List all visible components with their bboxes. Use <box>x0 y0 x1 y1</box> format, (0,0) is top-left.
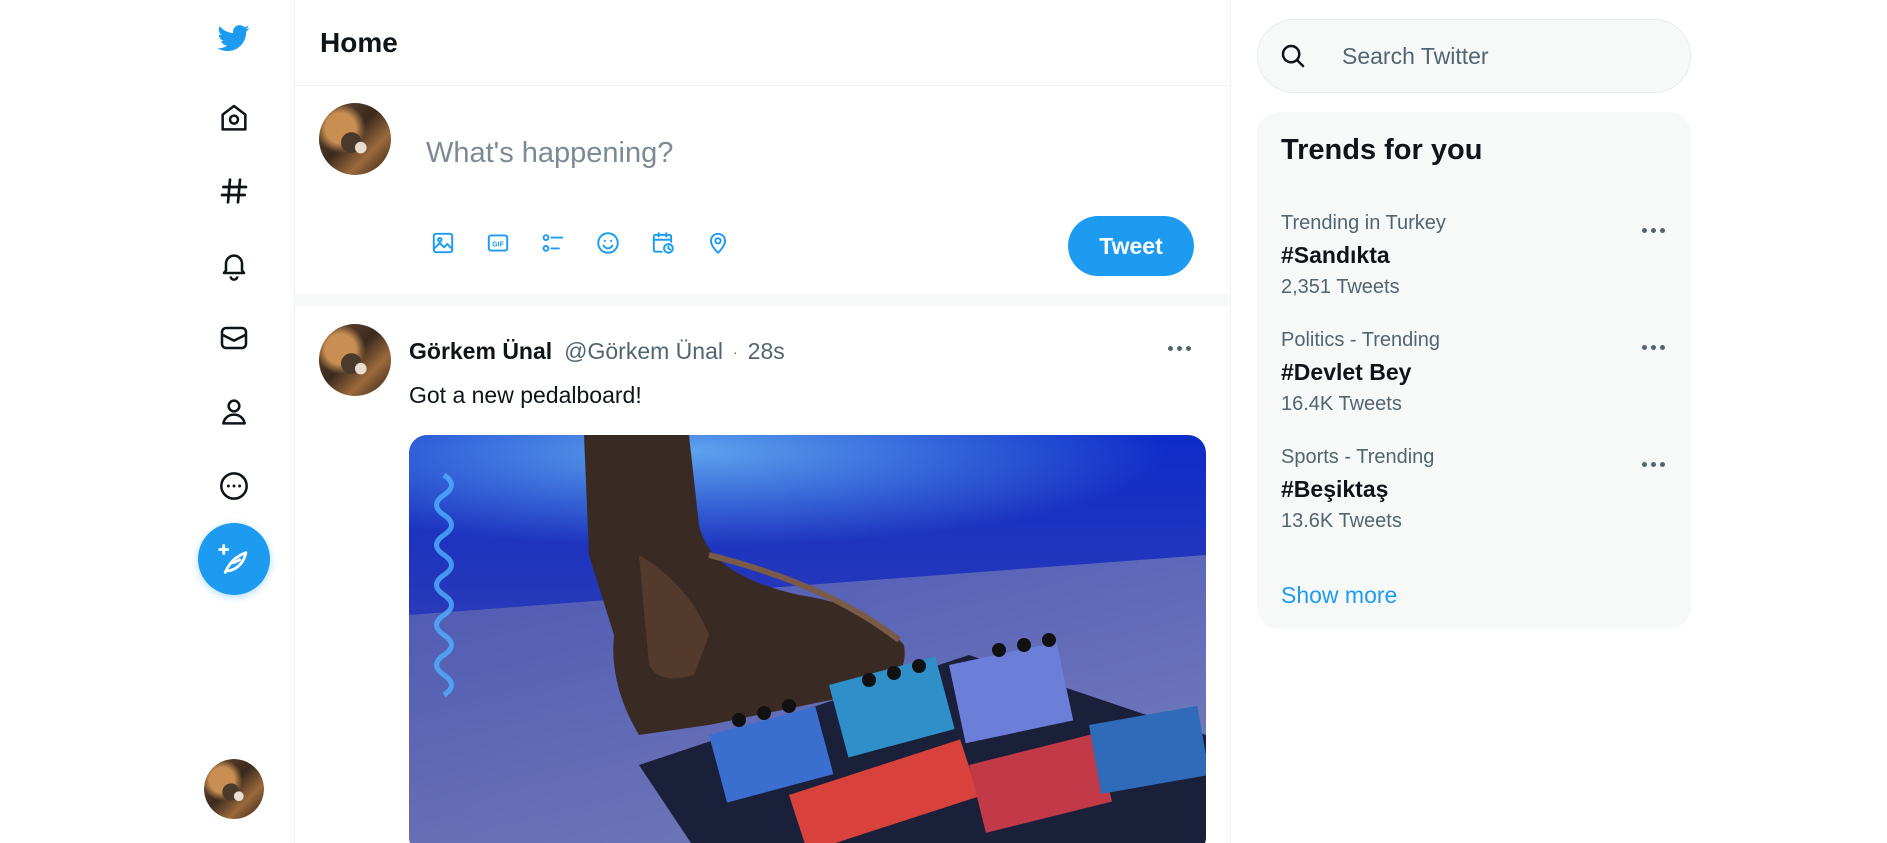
tweet-header: Görkem Ünal @Görkem Ünal · 28s <box>409 338 785 365</box>
location-icon <box>709 232 727 254</box>
add-poll-button[interactable] <box>536 226 570 260</box>
sidebar-item-explore[interactable] <box>204 161 264 221</box>
add-emoji-button[interactable] <box>591 226 625 260</box>
sidebar-item-notifications[interactable] <box>204 235 264 295</box>
trends-title: Trends for you <box>1281 134 1483 166</box>
search-icon <box>1281 44 1305 68</box>
trend-more-button[interactable] <box>1633 329 1673 365</box>
tweet-button[interactable]: Tweet <box>1068 216 1194 276</box>
avatar <box>319 103 391 175</box>
trend-count: 2,351 Tweets <box>1281 276 1400 298</box>
avatar <box>204 759 264 819</box>
mail-icon <box>220 326 248 350</box>
compose-tweet-button[interactable] <box>198 523 270 595</box>
tweet-author-handle[interactable]: @Görkem Ünal <box>564 338 723 365</box>
compose-input[interactable] <box>426 133 1126 173</box>
right-sidebar: Trends for you Trending in Turkey #Sandı… <box>1231 0 1887 843</box>
trend-count: 16.4K Tweets <box>1281 393 1402 415</box>
trend-item[interactable]: Politics - Trending #Devlet Bey 16.4K Tw… <box>1257 329 1691 439</box>
tweet-more-button[interactable] <box>1157 326 1201 370</box>
tweet-author-name[interactable]: Görkem Ünal <box>409 338 552 365</box>
trend-item[interactable]: Trending in Turkey #Sandıkta 2,351 Tweet… <box>1257 212 1691 322</box>
trends-panel: Trends for you Trending in Turkey #Sandı… <box>1257 112 1691 629</box>
composer-avatar[interactable] <box>319 103 391 175</box>
trend-more-button[interactable] <box>1633 212 1673 248</box>
trend-name: #Beşiktaş <box>1281 476 1389 502</box>
avatar <box>319 324 391 396</box>
add-gif-button[interactable]: GIF <box>481 226 515 260</box>
schedule-icon <box>652 232 674 254</box>
emoji-icon <box>597 232 619 254</box>
tweet-timestamp[interactable]: 28s <box>748 338 785 365</box>
account-avatar[interactable] <box>204 759 264 819</box>
bell-icon <box>222 254 246 281</box>
add-location-button[interactable] <box>701 226 735 260</box>
more-horizontal-icon <box>1167 345 1191 351</box>
page-title: Home <box>320 26 398 58</box>
twitter-bird-icon <box>218 25 250 52</box>
sidebar-item-more[interactable] <box>204 456 264 516</box>
add-image-button[interactable] <box>426 226 460 260</box>
separator-dot: · <box>733 343 738 360</box>
trend-name: #Devlet Bey <box>1281 359 1412 385</box>
sidebar <box>0 0 295 843</box>
trend-item[interactable]: Sports - Trending #Beşiktaş 13.6K Tweets <box>1257 446 1691 556</box>
trend-name: #Sandıkta <box>1281 242 1390 268</box>
user-icon <box>222 399 246 425</box>
trend-more-button[interactable] <box>1633 446 1673 482</box>
twitter-logo[interactable] <box>204 8 264 68</box>
more-horizontal-icon <box>1641 344 1665 350</box>
page: Home GIF <box>0 0 1887 843</box>
search-box[interactable] <box>1257 19 1691 93</box>
tweet-text: Got a new pedalboard! <box>409 382 642 408</box>
sidebar-item-home[interactable] <box>204 88 264 148</box>
pedalboard-photo <box>409 435 1206 843</box>
image-icon <box>432 232 454 254</box>
schedule-button[interactable] <box>646 226 680 260</box>
sidebar-item-profile[interactable] <box>204 382 264 442</box>
hashtag-icon <box>220 178 248 204</box>
tweet-author-avatar[interactable] <box>319 324 391 396</box>
trend-count: 13.6K Tweets <box>1281 510 1402 532</box>
trend-context: Sports - Trending <box>1281 446 1435 468</box>
search-input[interactable] <box>1342 42 1662 70</box>
show-more-link[interactable]: Show more <box>1281 582 1397 609</box>
trend-context: Politics - Trending <box>1281 329 1440 351</box>
poll-icon <box>542 234 564 252</box>
more-circle-icon <box>220 472 248 500</box>
gif-icon: GIF <box>487 234 509 252</box>
more-horizontal-icon <box>1641 227 1665 233</box>
tweet[interactable]: Görkem Ünal @Görkem Ünal · 28s Got a new… <box>295 306 1230 843</box>
timeline-header: Home <box>295 0 1230 86</box>
sidebar-item-messages[interactable] <box>204 308 264 368</box>
tweet-media-image[interactable] <box>409 435 1206 843</box>
feather-plus-icon <box>218 544 248 574</box>
home-icon <box>221 104 247 131</box>
trend-context: Trending in Turkey <box>1281 212 1446 234</box>
svg-text:GIF: GIF <box>492 241 504 248</box>
more-horizontal-icon <box>1641 461 1665 467</box>
tweet-composer: GIF <box>295 86 1230 306</box>
main-timeline: Home GIF <box>295 0 1231 843</box>
